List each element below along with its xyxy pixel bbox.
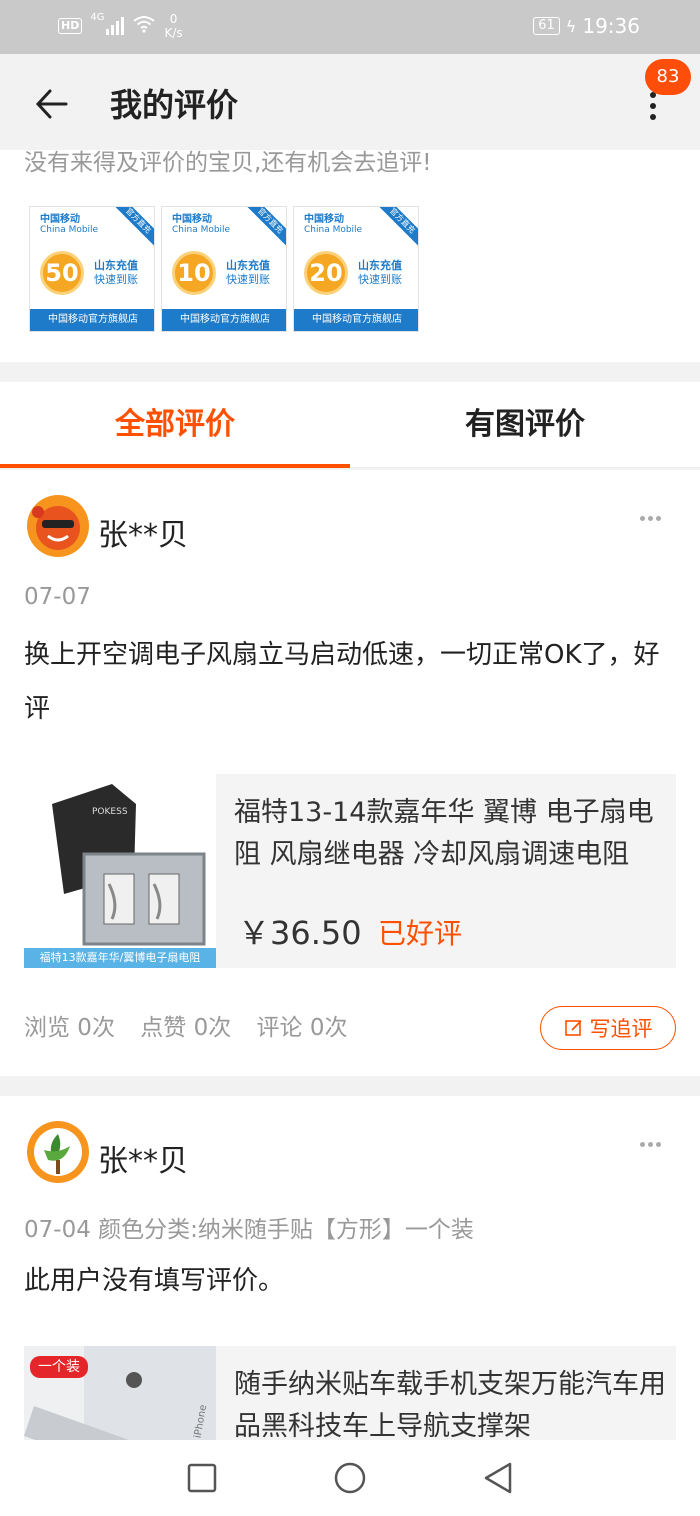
arrow-left-icon: [35, 89, 68, 119]
amount-coin: 10: [172, 251, 216, 295]
card-more-icon[interactable]: [640, 1142, 661, 1147]
wifi-icon: [132, 15, 156, 37]
pending-item-thumbnail[interactable]: 中国移动 China Mobile 官方直充 20 山东充值 快速到账 中国移动官方…: [293, 206, 419, 332]
circle-icon: [334, 1462, 366, 1494]
charging-icon: ϟ: [565, 16, 577, 36]
network-type: 4G: [90, 12, 105, 23]
status-bar: HD 4G 0 K/s 61 ϟ 19:36: [0, 0, 700, 54]
status-right: 61 ϟ 19:36: [533, 14, 640, 38]
tab-indicator: [0, 464, 350, 468]
pending-item-thumbnail[interactable]: 中国移动 China Mobile 官方直充 50 山东充值 快速到账 中国移动官方…: [29, 206, 155, 332]
card-more-icon[interactable]: [640, 516, 661, 521]
store-label: 中国移动官方旗舰店: [162, 309, 286, 331]
pending-hint: 没有来得及评价的宝贝,还有机会去追评!: [24, 150, 432, 176]
product-image: 一个装 iPhone: [24, 1346, 216, 1440]
home-button[interactable]: [332, 1460, 368, 1496]
store-label: 中国移动官方旗舰店: [294, 309, 418, 331]
back-button[interactable]: [30, 82, 74, 126]
page-title: 我的评价: [110, 86, 239, 124]
review-card: 张**贝 07-04 颜色分类:纳米随手贴【方形】一个装 此用户没有填写评价。 …: [0, 1096, 700, 1440]
system-nav-bar: [0, 1440, 700, 1516]
comments-count: 评论 0次: [256, 1015, 348, 1041]
review-tabs: 全部评价 有图评价: [0, 382, 700, 468]
svg-text:POKESS: POKESS: [92, 807, 128, 817]
review-status: 已好评: [378, 917, 463, 950]
write-followup-label: 写追评: [589, 1017, 653, 1041]
store-label: 中国移动官方旗舰店: [30, 309, 154, 331]
pending-item-thumbnail[interactable]: 中国移动 China Mobile 官方直充 10 山东充值 快速到账 中国移动官方…: [161, 206, 287, 332]
notification-badge: 83: [645, 59, 691, 95]
brand-label: 中国移动 China Mobile: [172, 214, 231, 236]
review-stats: 浏览 0次 点赞 0次 评论 0次: [24, 1008, 365, 1042]
edit-icon: [564, 1020, 582, 1036]
brand-label: 中国移动 China Mobile: [304, 214, 363, 236]
review-date: 07-07: [24, 584, 91, 610]
net-speed-value: 0: [169, 12, 178, 26]
recharge-text: 山东充值 快速到账: [94, 259, 138, 286]
product-title: 随手纳米贴车载手机支架万能汽车用品黑科技车上导航支撑架: [234, 1369, 666, 1440]
avatar[interactable]: [24, 494, 92, 558]
tab-photo-reviews[interactable]: 有图评价: [350, 382, 700, 468]
ribbon-label: 官方直充: [376, 207, 418, 247]
avatar[interactable]: [24, 1120, 92, 1184]
recharge-text: 山东充值 快速到账: [226, 259, 270, 286]
status-left: HD 4G 0 K/s: [58, 12, 183, 40]
product-card[interactable]: POKESS 福特13款嘉年华/翼博电子扇电阻 福特13-14款嘉年华 翼博 电…: [24, 774, 676, 968]
review-text: 此用户没有填写评价。: [24, 1266, 285, 1296]
more-options-button[interactable]: [640, 92, 666, 122]
product-card[interactable]: 一个装 iPhone 随手纳米贴车载手机支架万能汽车用品黑科技车上导航支撑架: [24, 1346, 676, 1440]
square-icon: [187, 1463, 217, 1493]
hd-indicator: HD: [58, 18, 83, 34]
amount-coin: 20: [304, 251, 348, 295]
product-price: ￥36.50: [238, 914, 362, 952]
brand-label: 中国移动 China Mobile: [40, 214, 99, 236]
net-speed: 0 K/s: [164, 12, 182, 40]
ribbon-label: 官方直充: [244, 207, 286, 247]
system-back-button[interactable]: [480, 1460, 516, 1496]
pending-review-section: 没有来得及评价的宝贝,还有机会去追评! 中国移动 China Mobile 官方直…: [0, 150, 700, 362]
review-text: 换上开空调电子风扇立马启动低速，一切正常OK了，好评: [24, 640, 660, 724]
product-tag: 一个装: [30, 1356, 88, 1378]
clock: 19:36: [582, 14, 640, 38]
username: 张**贝: [98, 1144, 188, 1179]
likes-count: 点赞 0次: [140, 1015, 232, 1041]
tab-all-reviews[interactable]: 全部评价: [0, 382, 350, 468]
triangle-back-icon: [484, 1462, 512, 1494]
recent-apps-button[interactable]: [184, 1460, 220, 1496]
amount-coin: 50: [40, 251, 84, 295]
recharge-text: 山东充值 快速到账: [358, 259, 402, 286]
app-header: 我的评价: [0, 54, 700, 150]
write-followup-button[interactable]: 写追评: [540, 1006, 676, 1050]
product-title: 福特13-14款嘉年华 翼博 电子扇电阻 风扇继电器 冷却风扇调速电阻: [234, 797, 654, 870]
signal-icon: [106, 17, 125, 35]
ribbon-label: 官方直充: [112, 207, 154, 247]
net-speed-unit: K/s: [164, 26, 183, 40]
review-card: 张**贝 07-07 换上开空调电子风扇立马启动低速，一切正常OK了，好评 PO…: [0, 470, 700, 1076]
views-count: 浏览 0次: [24, 1015, 115, 1041]
username: 张**贝: [98, 518, 188, 553]
battery-icon: 61: [533, 17, 560, 35]
product-image: POKESS 福特13款嘉年华/翼博电子扇电阻: [24, 774, 216, 968]
review-meta: 07-04 颜色分类:纳米随手贴【方形】一个装: [24, 1217, 474, 1243]
product-image-caption: 福特13款嘉年华/翼博电子扇电阻: [39, 951, 201, 964]
